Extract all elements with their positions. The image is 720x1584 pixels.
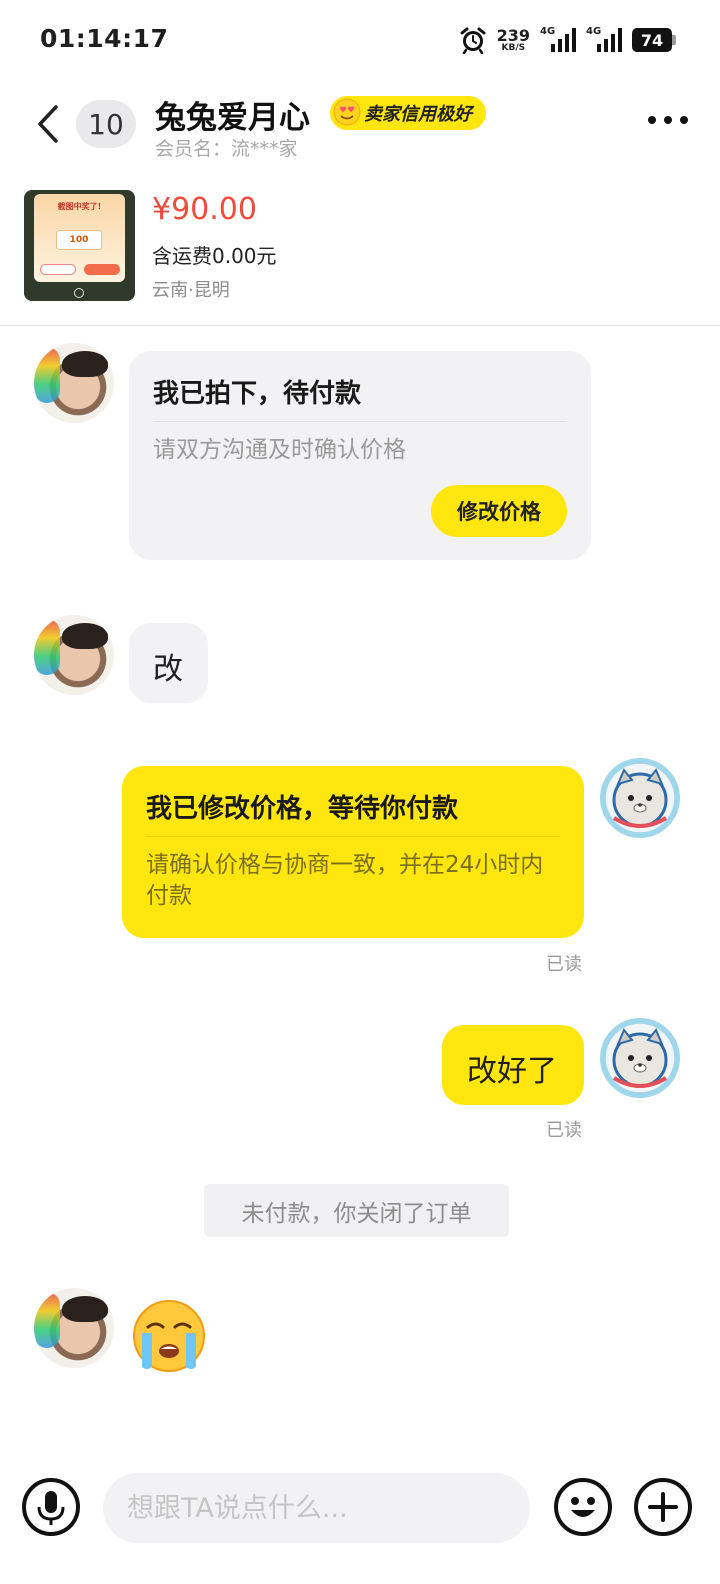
cell-signal-icon: 4G: [540, 26, 576, 54]
cat-astronaut-icon: [612, 1028, 668, 1088]
chevron-left-icon: [38, 105, 58, 143]
network-speed-value: 239: [496, 25, 530, 45]
price-modified-card: 我已修改价格，等待你付款 请确认价格与协商一致，并在24小时内付款: [122, 766, 584, 938]
more-horizontal-icon: [648, 116, 656, 124]
price-card-title: 我已修改价格，等待你付款: [146, 794, 459, 824]
plus-icon: [648, 1492, 678, 1522]
network-speed-unit: KB/S: [501, 42, 526, 53]
status-time: 01:14:17: [40, 24, 169, 53]
more-options-button[interactable]: [648, 116, 688, 124]
price-card-description: 请确认价格与协商一致，并在24小时内付款: [146, 852, 544, 909]
order-status-card: 我已拍下，待付款 请双方沟通及时确认价格 修改价格: [129, 351, 591, 560]
cat-astronaut-icon: [612, 768, 668, 828]
cell-signal-icon: 4G: [586, 26, 622, 54]
thumbnail-title: 截图中奖了!: [57, 202, 102, 211]
microphone-icon: [37, 1491, 65, 1525]
message-text: 改好了: [467, 1054, 557, 1089]
divider: [146, 836, 560, 837]
battery-icon: 74: [632, 28, 676, 52]
seller-credit-label: 卖家信用极好: [364, 104, 472, 125]
smiley-icon: [571, 1497, 595, 1517]
more-actions-button[interactable]: [634, 1478, 692, 1536]
buyer-avatar[interactable]: [34, 615, 114, 695]
system-notice: 未付款，你关闭了订单: [204, 1184, 509, 1237]
product-price: ¥90.00: [152, 192, 257, 227]
close-icon: [74, 288, 84, 298]
product-thumbnail[interactable]: 截图中奖了! 100: [24, 190, 135, 301]
network-speed: 239 KB/S: [496, 25, 530, 53]
product-location: 云南·昆明: [152, 280, 230, 301]
contact-name: 兔兔爱月心: [155, 100, 310, 136]
status-icons: 239 KB/S 4G 4G 74: [459, 24, 676, 56]
back-button[interactable]: [30, 102, 64, 146]
status-bar: 01:14:17 239 KB/S 4G 4G 74: [0, 0, 720, 78]
battery-level: 74: [632, 28, 672, 52]
buyer-avatar[interactable]: [34, 343, 114, 423]
loudly-crying-face-emoji[interactable]: [130, 1297, 208, 1375]
order-card-description: 请双方沟通及时确认价格: [153, 437, 406, 463]
heart-eyes-emoji-icon: [333, 98, 361, 126]
divider: [153, 421, 567, 422]
buyer-avatar[interactable]: [34, 1288, 114, 1368]
message-input[interactable]: [103, 1473, 530, 1543]
seller-credit-badge[interactable]: 卖家信用极好: [330, 96, 486, 130]
order-card-title: 我已拍下，待付款: [153, 379, 362, 409]
seller-message-bubble: 改好了: [442, 1025, 584, 1105]
chat-header: 10 兔兔爱月心 卖家信用极好 会员名：流***家: [0, 82, 720, 172]
thumbnail-prize-card: 截图中奖了! 100: [34, 194, 125, 282]
emoji-button[interactable]: [554, 1478, 612, 1536]
message-text: 改: [153, 652, 183, 687]
read-receipt: 已读: [546, 1120, 582, 1141]
alarm-clock-icon: [460, 27, 486, 54]
product-card[interactable]: 截图中奖了! 100 ¥90.00 含运费0.00元 云南·昆明: [0, 180, 720, 326]
buyer-message-bubble: 改: [129, 623, 208, 703]
seller-avatar[interactable]: [600, 758, 680, 838]
message-input-bar: [0, 1460, 720, 1560]
seller-avatar[interactable]: [600, 1018, 680, 1098]
unread-count-badge[interactable]: 10: [76, 100, 136, 148]
voice-input-button[interactable]: [22, 1478, 80, 1536]
modify-price-button[interactable]: 修改价格: [431, 485, 567, 537]
thumbnail-amount: 100: [56, 230, 102, 250]
read-receipt: 已读: [546, 954, 582, 975]
member-name: 会员名：流***家: [155, 138, 298, 160]
product-shipping: 含运费0.00元: [152, 244, 277, 268]
